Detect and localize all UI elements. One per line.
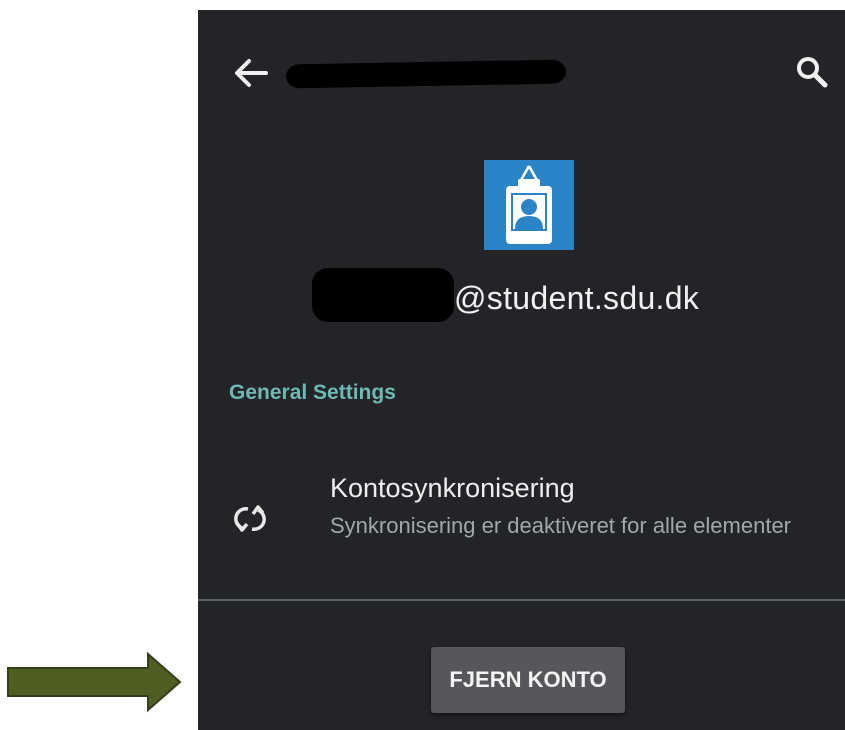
redacted-title bbox=[285, 59, 567, 89]
list-item-title: Kontosynkronisering bbox=[330, 473, 575, 503]
sync-icon bbox=[234, 505, 266, 532]
back-arrow-icon[interactable] bbox=[232, 56, 270, 90]
id-badge-icon bbox=[484, 160, 574, 250]
remove-account-button[interactable]: FJERN KONTO bbox=[431, 647, 625, 713]
account-email: @student.sdu.dk bbox=[454, 280, 700, 316]
divider bbox=[198, 599, 845, 601]
annotation-arrow-icon bbox=[7, 651, 182, 713]
redacted-username bbox=[312, 268, 454, 322]
section-title-general-settings: General Settings bbox=[229, 381, 396, 404]
search-icon[interactable] bbox=[794, 54, 830, 90]
list-item-subtitle: Synkronisering er deaktiveret for alle e… bbox=[330, 513, 792, 538]
phone-screen: @student.sdu.dk General Settings Kontosy… bbox=[198, 10, 845, 730]
